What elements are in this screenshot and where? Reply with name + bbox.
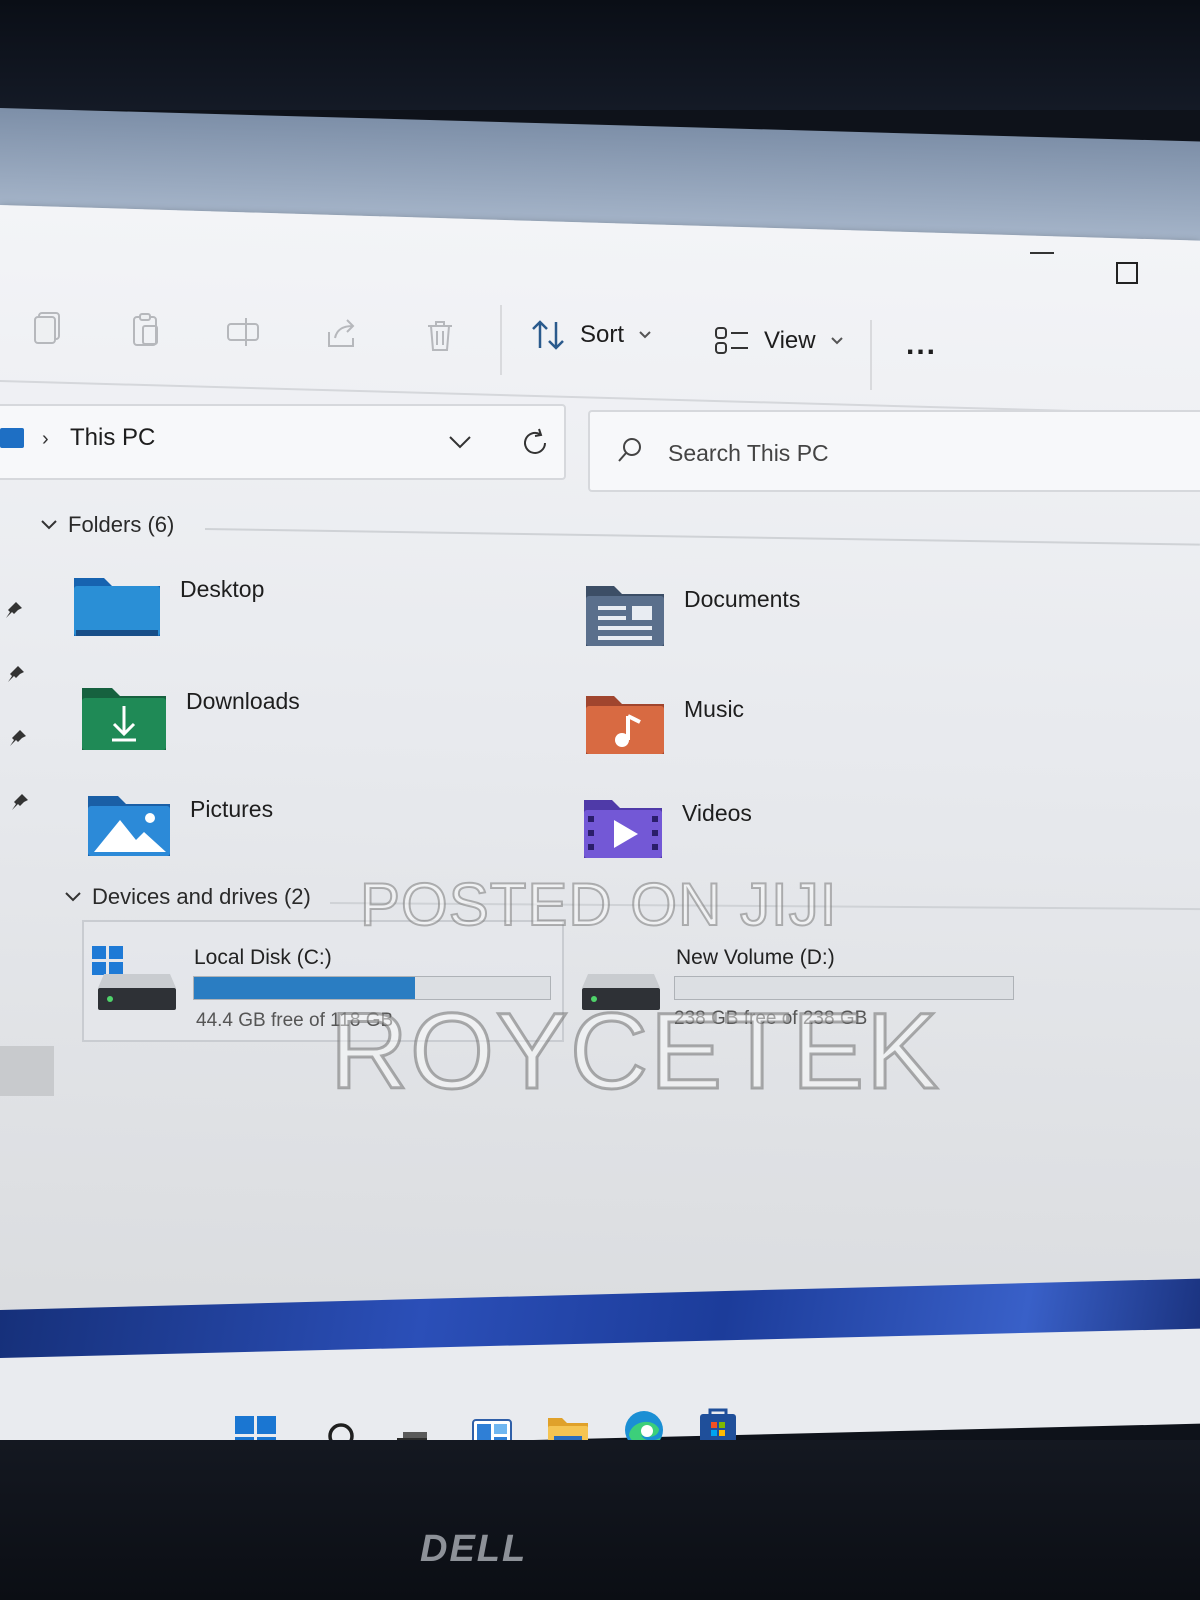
monitor-top-bezel	[0, 0, 1200, 110]
sidebar-selected-item[interactable]	[0, 1046, 54, 1096]
chevron-down-icon	[639, 331, 651, 339]
drive-label: New Volume (D:)	[676, 946, 835, 969]
chevron-down-icon	[65, 892, 81, 902]
sort-icon	[532, 320, 564, 350]
address-dropdown-button[interactable]	[448, 434, 472, 455]
refresh-icon	[524, 428, 546, 454]
folder-label: Downloads	[186, 688, 300, 714]
view-icon	[715, 327, 748, 354]
breadcrumb-this-pc[interactable]: This PC	[70, 424, 155, 452]
pictures-folder-icon	[88, 796, 170, 856]
pin-icon	[8, 728, 28, 748]
pin-icon	[4, 600, 24, 620]
this-pc-icon	[0, 428, 24, 448]
pin-icon	[10, 792, 30, 812]
downloads-folder-icon	[82, 688, 166, 750]
search-icon	[616, 436, 644, 469]
folder-item-videos[interactable]: Videos	[582, 794, 752, 860]
toolbar-divider	[870, 320, 872, 390]
folder-label: Pictures	[190, 796, 274, 822]
file-explorer-window	[0, 205, 1200, 1371]
rename-button[interactable]	[222, 310, 266, 354]
monitor-bottom-bezel	[0, 1440, 1200, 1600]
drives-section-header[interactable]: Devices and drives (2)	[64, 884, 311, 910]
view-label: View	[764, 327, 816, 354]
folder-label: Desktop	[180, 576, 265, 602]
delete-button[interactable]	[418, 314, 462, 358]
trash-icon	[428, 321, 452, 351]
folder-label: Documents	[684, 586, 801, 612]
breadcrumb-chevron-icon: ›	[42, 428, 49, 450]
folder-item-downloads[interactable]: Downloads	[80, 682, 300, 752]
copy-button[interactable]	[26, 306, 70, 350]
folder-item-documents[interactable]: Documents	[584, 580, 800, 648]
drives-section-title: Devices and drives (2)	[92, 884, 311, 909]
folder-item-desktop[interactable]: Desktop	[72, 570, 264, 640]
minimize-button[interactable]	[1030, 252, 1054, 254]
rename-icon	[227, 318, 259, 346]
sort-label: Sort	[580, 321, 625, 348]
folders-section-header[interactable]: Folders (6)	[40, 512, 174, 538]
chevron-down-icon	[830, 337, 843, 345]
paste-button[interactable]	[124, 308, 168, 352]
share-icon	[328, 319, 355, 347]
drive-label: Local Disk (C:)	[194, 946, 332, 969]
view-button[interactable]: View	[714, 326, 844, 356]
maximize-button[interactable]	[1116, 262, 1138, 284]
share-button[interactable]	[320, 312, 364, 356]
documents-folder-icon	[586, 586, 664, 646]
watermark-line1: POSTED ON JIJI	[359, 870, 838, 939]
hard-drive-icon	[96, 972, 178, 1017]
folder-label: Videos	[682, 800, 752, 826]
pin-icon	[6, 664, 26, 684]
folder-item-music[interactable]: Music	[584, 690, 744, 756]
watermark-line2: ROYCETEK	[328, 989, 941, 1113]
desktop-folder-icon	[74, 578, 160, 636]
more-options-button[interactable]: ...	[906, 328, 937, 362]
search-placeholder: Search This PC	[668, 440, 829, 466]
folder-label: Music	[684, 696, 745, 722]
chevron-down-icon	[41, 520, 57, 530]
paste-icon	[133, 313, 158, 346]
copy-icon	[34, 312, 60, 344]
videos-folder-icon	[584, 800, 662, 858]
folders-section-title: Folders (6)	[68, 512, 175, 537]
chevron-down-icon	[449, 436, 471, 449]
sort-button[interactable]: Sort	[530, 318, 652, 352]
dell-logo: DELL	[420, 1528, 528, 1570]
refresh-button[interactable]	[520, 428, 550, 463]
folder-item-pictures[interactable]: Pictures	[86, 790, 273, 858]
toolbar-divider	[500, 305, 502, 375]
music-folder-icon	[586, 696, 664, 754]
